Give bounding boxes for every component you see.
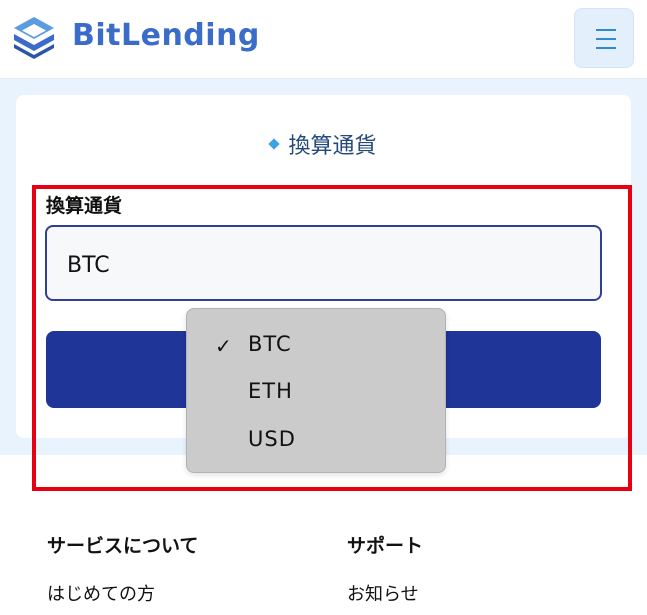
logo-text[interactable]: BitLending: [72, 18, 260, 53]
footer-link-beginners[interactable]: はじめての方: [47, 580, 198, 606]
site-header: BitLending: [0, 0, 647, 79]
dropdown-option-btc[interactable]: ✓ BTC: [187, 322, 445, 366]
bitlending-logo-icon[interactable]: [12, 15, 56, 59]
currency-select[interactable]: BTC: [45, 225, 602, 301]
footer-heading-support: サポート: [347, 535, 424, 557]
dropdown-option-label: ETH: [248, 379, 293, 403]
dropdown-option-usd[interactable]: USD: [187, 417, 445, 461]
dropdown-option-label: BTC: [248, 332, 292, 356]
currency-dropdown-menu: ✓ BTC ETH USD: [186, 308, 446, 473]
footer-column-support: サポート お知らせ: [347, 531, 423, 606]
footer-link-news[interactable]: お知らせ: [347, 580, 423, 606]
footer-column-services: サービスについて はじめての方: [47, 531, 198, 606]
diamond-bullet-icon: [268, 138, 281, 150]
footer-heading-services: サービスについて: [47, 535, 199, 557]
section-title: 換算通貨: [0, 128, 647, 160]
currency-select-value: BTC: [67, 253, 110, 278]
hamburger-menu-icon: [596, 29, 616, 31]
section-title-text: 換算通貨: [288, 134, 377, 159]
currency-field-label: 換算通貨: [46, 195, 123, 217]
hamburger-menu-button[interactable]: [574, 8, 634, 68]
dropdown-option-label: USD: [248, 427, 296, 451]
dropdown-option-eth[interactable]: ETH: [187, 369, 445, 413]
checkmark-icon: ✓: [215, 334, 232, 358]
